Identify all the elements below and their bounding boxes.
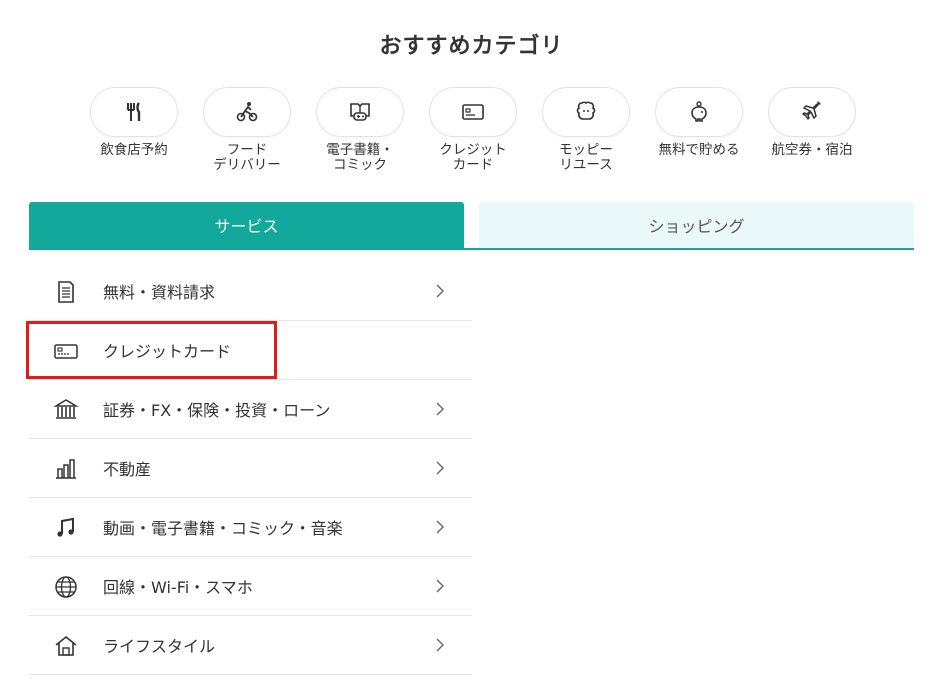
category-ebook-comic[interactable]: 電子書籍・ コミック xyxy=(314,87,406,173)
list-item-label: クレジットカード xyxy=(103,342,232,361)
bicycle-delivery-icon xyxy=(236,102,258,122)
list-item-credit-card[interactable]: クレジットカード xyxy=(29,321,472,380)
category-button[interactable] xyxy=(203,87,291,137)
category-food-delivery[interactable]: フード デリバリー xyxy=(201,87,293,173)
category-label: 航空券・宿泊 xyxy=(771,142,853,158)
music-note-icon xyxy=(53,515,79,541)
tab-service[interactable]: サービス xyxy=(29,202,464,248)
list-item-label: 動画・電子書籍・コミック・音楽 xyxy=(103,519,343,538)
list-item-securities[interactable]: 証券・FX・保険・投資・ローン xyxy=(29,380,472,439)
category-restaurant-reservation[interactable]: 飲食店予約 xyxy=(88,87,180,158)
chevron-right-icon xyxy=(436,402,444,416)
list-item-lifestyle[interactable]: ライフスタイル xyxy=(29,616,472,675)
list-item-free-request[interactable]: 無料・資料請求 xyxy=(29,262,472,321)
piggy-bank-icon xyxy=(691,101,707,122)
category-button[interactable] xyxy=(655,87,743,137)
list-item-label: 不動産 xyxy=(103,460,152,479)
fork-knife-icon xyxy=(127,102,141,121)
category-moppy-reuse[interactable]: モッピー リユース xyxy=(540,87,632,173)
tab-shopping[interactable]: ショッピング xyxy=(479,202,914,248)
bank-icon xyxy=(53,397,79,423)
category-label: モッピー リユース xyxy=(559,142,613,173)
chevron-right-icon xyxy=(436,284,444,298)
list-item-label: 無料・資料請求 xyxy=(103,283,216,302)
category-button[interactable] xyxy=(429,87,517,137)
reuse-character-icon xyxy=(576,101,596,120)
category-label: クレジット カード xyxy=(439,142,507,173)
list-item-label: ライフスタイル xyxy=(103,637,216,656)
building-icon xyxy=(53,456,79,482)
category-tabs: サービス ショッピング xyxy=(29,202,914,250)
category-button[interactable] xyxy=(542,87,630,137)
list-item-network-wifi[interactable]: 回線・Wi-Fi・スマホ xyxy=(29,557,472,616)
document-icon xyxy=(53,279,79,305)
category-credit-card[interactable]: クレジット カード xyxy=(427,87,519,173)
category-label: 電子書籍・ コミック xyxy=(326,142,394,173)
category-button[interactable] xyxy=(316,87,404,137)
credit-card-icon xyxy=(462,104,484,120)
airplane-icon xyxy=(802,101,821,120)
category-button[interactable] xyxy=(768,87,856,137)
category-label: フード デリバリー xyxy=(213,142,281,173)
service-list: 無料・資料請求 クレジットカード 証券・FX・保険・投資・ローン 不動産 動画・… xyxy=(29,262,472,675)
chevron-right-icon xyxy=(436,520,444,534)
list-item-label: 回線・Wi-Fi・スマホ xyxy=(103,578,253,597)
category-label: 無料で貯める xyxy=(658,142,740,158)
list-item-label: 証券・FX・保険・投資・ローン xyxy=(103,401,331,420)
category-flight-hotel[interactable]: 航空券・宿泊 xyxy=(766,87,858,158)
chevron-right-icon xyxy=(436,638,444,652)
category-label: 飲食店予約 xyxy=(100,142,168,158)
chevron-right-icon xyxy=(436,461,444,475)
book-game-icon xyxy=(350,103,370,121)
category-button[interactable] xyxy=(90,87,178,137)
globe-icon xyxy=(53,574,79,600)
house-icon xyxy=(53,633,79,659)
page-title: おすすめカテゴリ xyxy=(379,34,564,59)
list-item-real-estate[interactable]: 不動産 xyxy=(29,439,472,498)
chevron-right-icon xyxy=(436,579,444,593)
category-earn-free[interactable]: 無料で貯める xyxy=(653,87,745,158)
credit-card-icon xyxy=(53,338,79,364)
list-item-video-ebook-music[interactable]: 動画・電子書籍・コミック・音楽 xyxy=(29,498,472,557)
